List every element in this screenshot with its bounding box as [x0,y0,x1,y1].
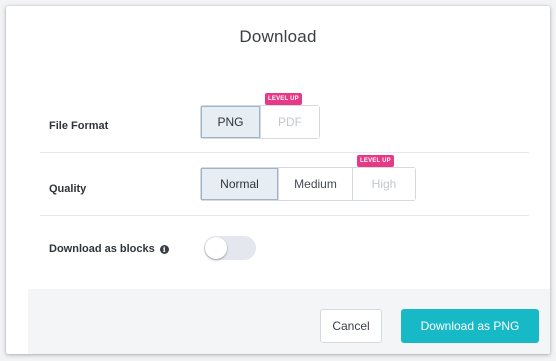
file-format-option-label: PDF [278,115,302,129]
file-format-option-pdf[interactable]: LEVEL UP PDF [261,93,319,138]
quality-option-medium[interactable]: Medium [279,168,353,200]
download-as-blocks-label: Download as blocks [49,243,155,255]
download-as-blocks-row: Download as blocks i [49,243,169,255]
quality-label: Quality [49,183,87,195]
quality-option-high[interactable]: LEVEL UP High [353,155,415,200]
download-as-png-button[interactable]: Download as PNG [401,309,539,343]
quality-option-label: Medium [294,177,337,191]
download-dialog: Download File Format PNG LEVEL UP PDF Qu… [6,6,550,354]
dialog-title: Download [239,27,317,46]
cancel-button[interactable]: Cancel [320,309,382,343]
level-up-badge: LEVEL UP [265,93,302,105]
file-format-selector: PNG LEVEL UP PDF [200,93,320,139]
info-icon[interactable]: i [159,244,169,254]
quality-selector: Normal Medium LEVEL UP High [200,155,416,201]
level-up-badge: LEVEL UP [357,155,394,167]
quality-option-label: Normal [220,177,259,191]
quality-option-normal[interactable]: Normal [201,168,279,200]
file-format-option-label: PNG [217,115,244,129]
toggle-knob [205,237,227,259]
divider [40,152,529,153]
file-format-option-png[interactable]: PNG [201,106,261,138]
quality-option-label: High [371,177,397,191]
download-as-blocks-toggle[interactable] [204,236,256,260]
dialog-footer: Cancel Download as PNG [28,289,550,354]
divider [40,215,529,216]
file-format-label: File Format [49,120,109,132]
